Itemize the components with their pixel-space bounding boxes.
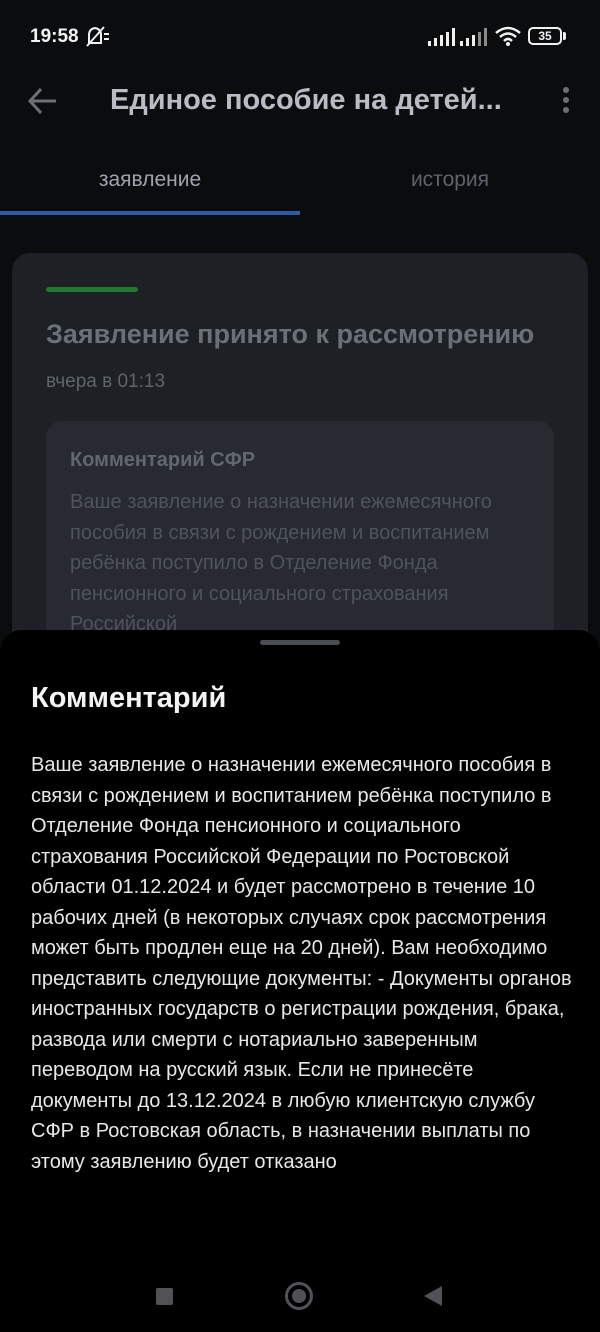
active-tab-indicator	[0, 211, 300, 215]
signal-icon	[460, 28, 487, 46]
back-triangle-icon[interactable]	[424, 1286, 442, 1306]
recents-square-icon[interactable]	[156, 1288, 173, 1305]
comment-bottom-sheet: Комментарий Ваше заявление о назначении …	[0, 630, 600, 1332]
sheet-comment-text: Ваше заявление о назначении ежемесячного…	[31, 754, 572, 1173]
battery-tip	[563, 32, 566, 40]
status-time: 19:58	[30, 26, 79, 47]
tab-application[interactable]: заявление	[0, 168, 300, 192]
back-arrow-icon[interactable]	[26, 84, 62, 118]
battery-icon: 35	[528, 27, 562, 45]
comment-preview: Ваше заявление о назначении ежемесячного…	[70, 491, 492, 635]
status-indicator-bar	[46, 287, 138, 292]
sheet-drag-handle[interactable]	[260, 640, 340, 645]
tab-history[interactable]: история	[300, 168, 600, 192]
more-vertical-icon[interactable]	[552, 84, 580, 118]
comment-title: Комментарий СФР	[70, 449, 256, 471]
home-circle-icon[interactable]	[285, 1282, 313, 1310]
sheet-title: Комментарий	[31, 682, 227, 714]
page-title: Единое пособие на детей...	[110, 84, 502, 116]
signal-icon	[428, 28, 455, 46]
status-title: Заявление принято к рассмотрению	[46, 319, 535, 349]
status-bar: 19:58 35	[0, 0, 600, 74]
status-date: вчера в 01:13	[46, 371, 166, 392]
mute-icon	[86, 26, 109, 47]
wifi-icon	[495, 26, 521, 46]
